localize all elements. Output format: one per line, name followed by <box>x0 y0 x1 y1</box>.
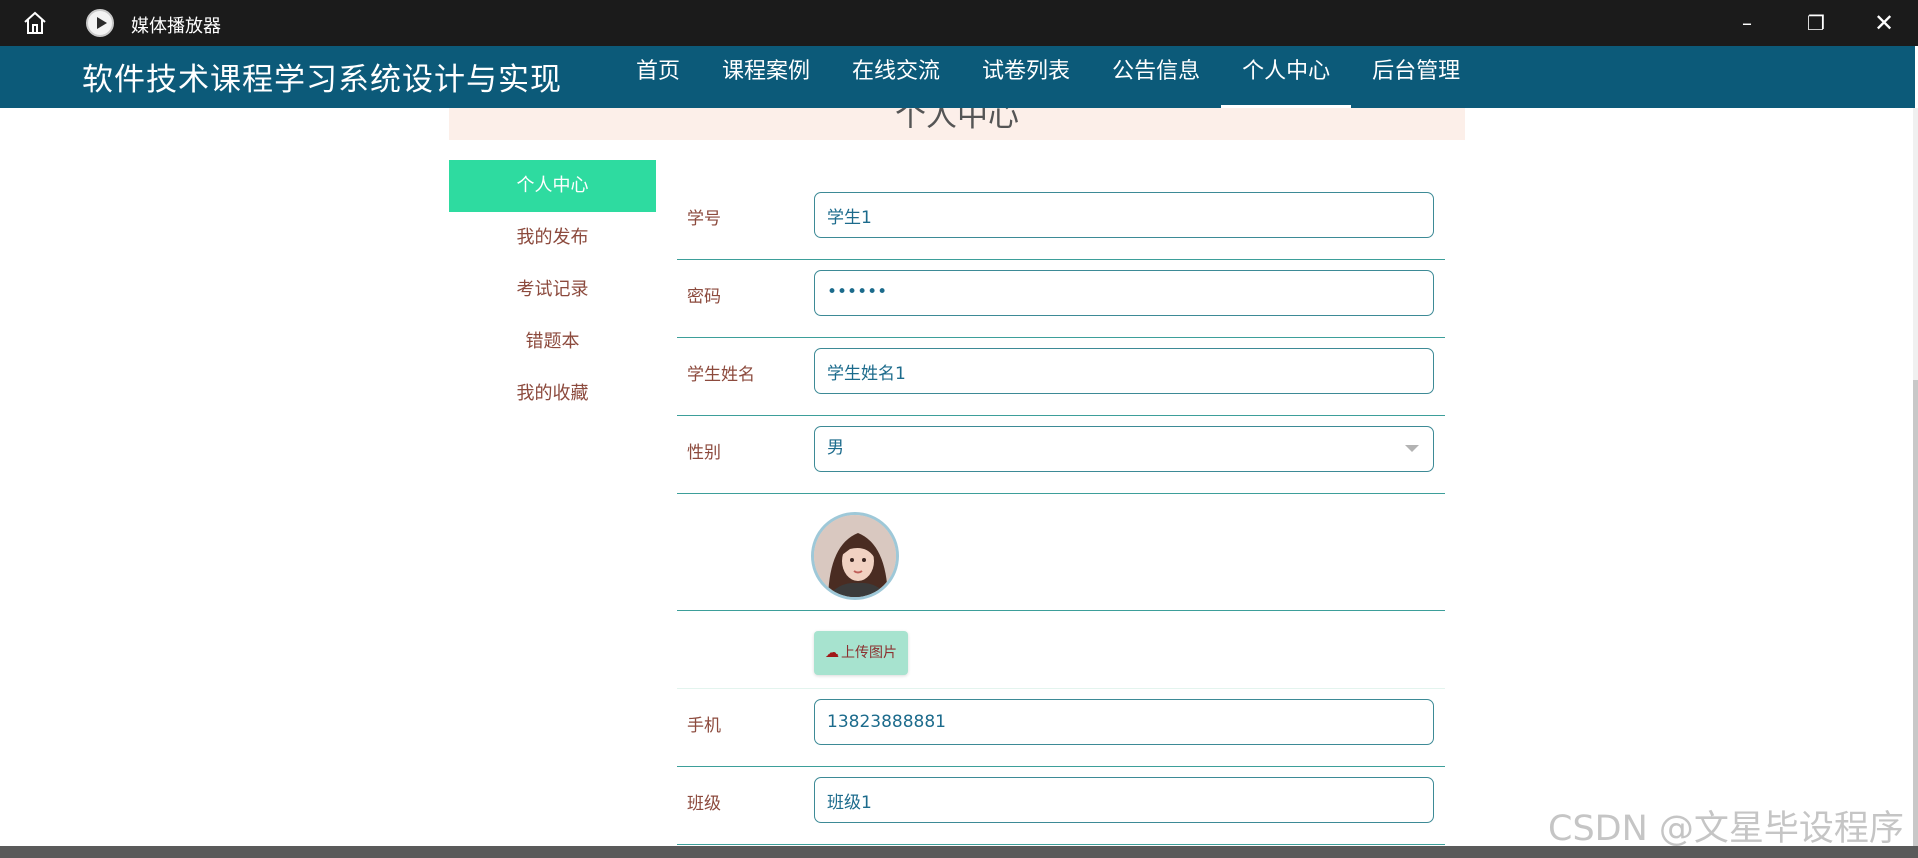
sidebar-item-exam-records[interactable]: 考试记录 <box>449 264 656 316</box>
sidebar-item-my-posts[interactable]: 我的发布 <box>449 212 656 264</box>
window-title: 媒体播放器 <box>131 16 221 37</box>
top-nav: 软件技术课程学习系统设计与实现 首页 课程案例 在线交流 试卷列表 公告信息 个… <box>0 46 1915 108</box>
student-id-input[interactable] <box>814 192 1434 238</box>
sidebar-item-wrong-questions[interactable]: 错题本 <box>449 316 656 368</box>
password-label: 密码 <box>687 287 721 307</box>
avatar-photo-icon <box>814 515 896 597</box>
sidebar-item-favorites[interactable]: 我的收藏 <box>449 368 656 420</box>
main-menu: 首页 课程案例 在线交流 试卷列表 公告信息 个人中心 后台管理 <box>615 46 1481 108</box>
gender-value: 男 <box>827 438 844 458</box>
class-label: 班级 <box>687 794 721 814</box>
form-row-password: 密码 •••••• <box>677 260 1445 338</box>
page-scrollbar-thumb[interactable] <box>1913 380 1918 846</box>
form-row-gender: 性别 男 <box>677 416 1445 494</box>
student-id-label: 学号 <box>687 209 721 229</box>
sidebar: 个人中心 我的发布 考试记录 错题本 我的收藏 <box>449 160 656 420</box>
form-row-upload: ☁ 上传图片 <box>677 611 1445 689</box>
password-input[interactable]: •••••• <box>814 270 1434 316</box>
minimize-button[interactable]: – <box>1732 8 1762 38</box>
gender-select[interactable]: 男 <box>814 426 1434 472</box>
menu-item-announcements[interactable]: 公告信息 <box>1091 46 1221 108</box>
sidebar-item-personal-center[interactable]: 个人中心 <box>449 160 656 212</box>
class-input[interactable] <box>814 777 1434 823</box>
student-name-label: 学生姓名 <box>687 365 755 385</box>
form-row-avatar <box>677 494 1445 611</box>
menu-item-admin[interactable]: 后台管理 <box>1351 46 1481 108</box>
phone-input[interactable] <box>814 699 1434 745</box>
menu-item-online-chat[interactable]: 在线交流 <box>831 46 961 108</box>
upload-image-button[interactable]: ☁ 上传图片 <box>814 631 908 675</box>
student-name-input[interactable] <box>814 348 1434 394</box>
page-title: 个人中心 <box>895 108 1019 134</box>
profile-form: 学号 密码 •••••• 学生姓名 性别 男 <box>677 182 1445 845</box>
phone-label: 手机 <box>687 716 721 736</box>
cloud-upload-icon: ☁ <box>825 645 839 661</box>
site-brand: 软件技术课程学习系统设计与实现 <box>82 62 562 98</box>
menu-item-personal-center[interactable]: 个人中心 <box>1221 46 1352 108</box>
menu-item-home[interactable]: 首页 <box>615 46 701 108</box>
page-header: 个人中心 <box>449 108 1465 140</box>
form-row-student-name: 学生姓名 <box>677 338 1445 416</box>
form-row-student-id: 学号 <box>677 182 1445 260</box>
form-row-class: 班级 <box>677 767 1445 845</box>
window-title-bar: 媒体播放器 – ❐ ✕ <box>0 0 1918 46</box>
upload-image-label: 上传图片 <box>841 645 897 661</box>
menu-item-exam-list[interactable]: 试卷列表 <box>961 46 1091 108</box>
watermark: CSDN @文星毕设程序 <box>1548 809 1904 849</box>
close-button[interactable]: ✕ <box>1869 8 1899 38</box>
gender-label: 性别 <box>687 443 721 463</box>
media-player-icon <box>86 9 114 37</box>
maximize-button[interactable]: ❐ <box>1801 8 1831 38</box>
form-row-phone: 手机 <box>677 689 1445 767</box>
home-icon[interactable] <box>22 10 48 36</box>
menu-item-course-cases[interactable]: 课程案例 <box>701 46 831 108</box>
chevron-down-icon <box>1405 445 1419 452</box>
avatar <box>811 512 899 600</box>
